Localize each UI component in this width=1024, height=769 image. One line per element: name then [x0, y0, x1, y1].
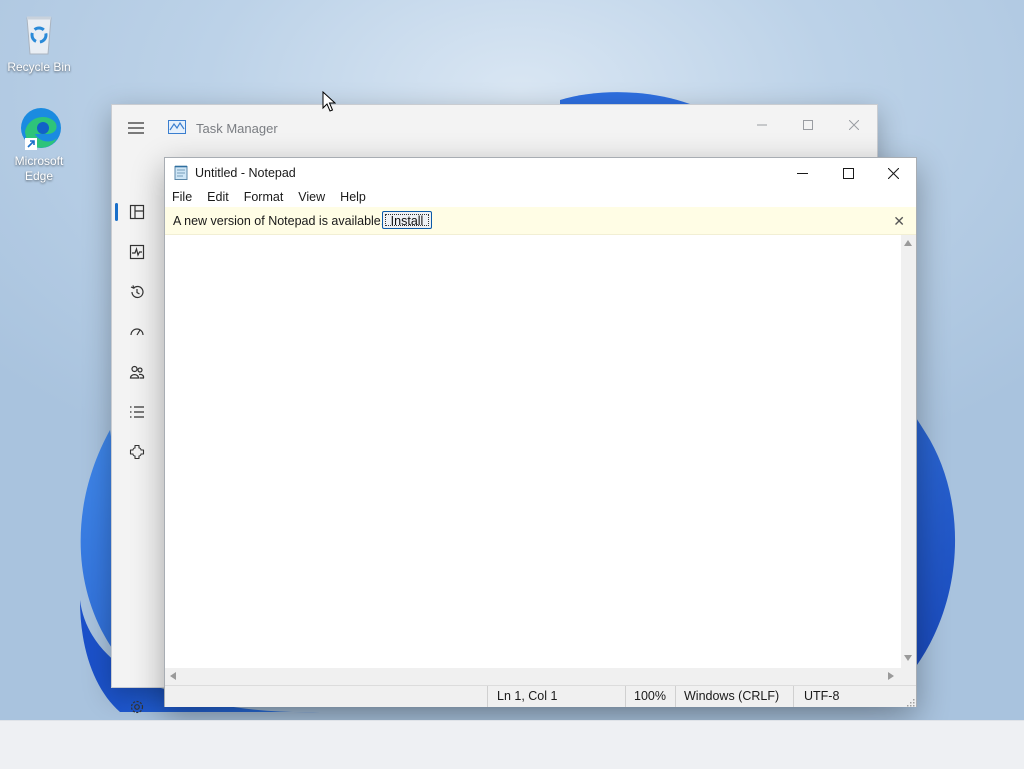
startup-apps-icon	[129, 324, 145, 345]
scroll-down-icon[interactable]	[904, 655, 912, 661]
performance-icon	[129, 244, 145, 265]
status-line-ending: Windows (CRLF)	[684, 689, 780, 703]
infobar-message: A new version of Notepad is available.	[173, 214, 385, 228]
notepad-titlebar[interactable]: Untitled - Notepad	[165, 158, 916, 188]
nav-processes[interactable]	[124, 201, 150, 227]
nav-users[interactable]	[124, 361, 150, 387]
status-position: Ln 1, Col 1	[497, 689, 558, 703]
mouse-cursor-icon	[322, 90, 337, 112]
desktop-icon-microsoft-edge[interactable]: Microsoft Edge	[1, 104, 77, 184]
horizontal-scrollbar[interactable]	[165, 668, 901, 685]
menu-help[interactable]: Help	[333, 188, 374, 207]
minimize-button[interactable]	[779, 158, 825, 188]
maximize-button[interactable]	[825, 158, 871, 188]
menu-format[interactable]: Format	[237, 188, 292, 207]
minimize-button[interactable]	[739, 111, 785, 139]
users-icon	[129, 364, 145, 385]
scroll-left-icon[interactable]	[170, 672, 176, 680]
details-icon	[129, 404, 145, 425]
notepad-window[interactable]: Untitled - Notepad File Edit Format View…	[164, 157, 917, 707]
notepad-app-icon	[174, 165, 188, 180]
processes-icon	[129, 204, 145, 225]
close-button[interactable]	[831, 111, 877, 139]
nav-settings[interactable]	[124, 696, 150, 722]
settings-icon	[129, 699, 145, 720]
maximize-button[interactable]	[785, 111, 831, 139]
infobar-close-icon[interactable]: ✕	[893, 213, 905, 230]
desktop-icon-label: Recycle Bin	[7, 60, 71, 74]
status-encoding: UTF-8	[804, 689, 840, 703]
install-button[interactable]: Install	[382, 211, 432, 229]
scroll-right-icon[interactable]	[888, 672, 894, 680]
status-zoom: 100%	[634, 689, 666, 703]
status-separator	[487, 686, 488, 707]
task-manager-title: Task Manager	[196, 121, 278, 136]
close-button[interactable]	[870, 158, 916, 188]
status-separator	[625, 686, 626, 707]
menu-view[interactable]: View	[291, 188, 333, 207]
menu-file[interactable]: File	[165, 188, 200, 207]
services-icon	[129, 444, 145, 465]
nav-details[interactable]	[124, 401, 150, 427]
task-manager-nav	[112, 151, 164, 713]
vertical-scrollbar[interactable]	[901, 235, 916, 668]
text-editor-area[interactable]	[165, 235, 901, 668]
status-separator	[675, 686, 676, 707]
app-history-icon	[129, 284, 145, 305]
status-separator	[793, 686, 794, 707]
nav-app-history[interactable]	[124, 281, 150, 307]
desktop-icon-label: Microsoft Edge	[14, 154, 64, 183]
edge-icon	[15, 104, 63, 152]
taskbar[interactable]	[0, 720, 1024, 769]
menu-bar: File Edit Format View Help	[165, 188, 916, 207]
window-title: Untitled - Notepad	[195, 166, 296, 180]
task-manager-titlebar[interactable]: Task Manager	[112, 105, 877, 151]
resize-grip-icon[interactable]	[905, 696, 915, 707]
nav-services[interactable]	[124, 441, 150, 467]
scrollbar-corner	[901, 668, 916, 685]
hamburger-icon[interactable]	[128, 121, 144, 135]
recycle-bin-icon	[15, 10, 63, 58]
nav-selection-indicator	[115, 203, 118, 221]
update-infobar: A new version of Notepad is available. I…	[165, 207, 916, 235]
scroll-up-icon[interactable]	[904, 240, 912, 246]
nav-performance[interactable]	[124, 241, 150, 267]
nav-startup-apps[interactable]	[124, 321, 150, 347]
desktop-icon-recycle-bin[interactable]: Recycle Bin	[1, 10, 77, 75]
menu-edit[interactable]: Edit	[200, 188, 237, 207]
status-bar: Ln 1, Col 1 100% Windows (CRLF) UTF-8	[165, 685, 916, 707]
task-manager-app-icon	[168, 120, 186, 134]
